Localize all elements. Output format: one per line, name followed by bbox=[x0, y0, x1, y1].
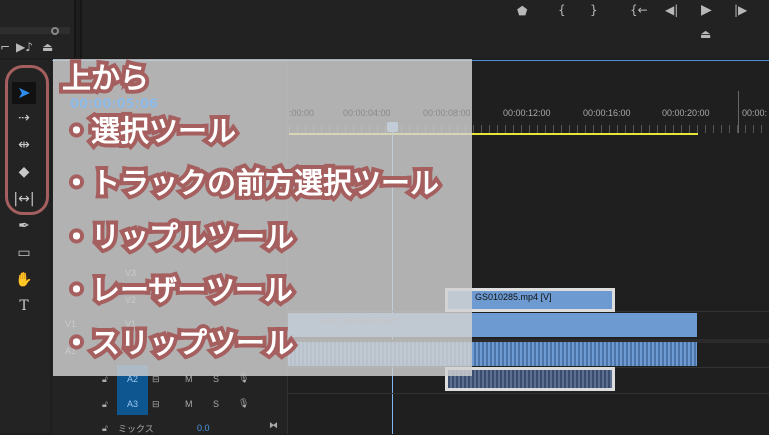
ruler-label: 00:00:12:00 bbox=[503, 108, 551, 118]
mix-value[interactable]: 0.0 bbox=[197, 423, 210, 433]
scroll-handle[interactable] bbox=[51, 27, 59, 35]
a3-solo-button[interactable]: S bbox=[213, 399, 219, 409]
source-scrollbar[interactable] bbox=[0, 27, 70, 34]
timecode[interactable]: 00:00:05:06 bbox=[70, 97, 158, 112]
hand-tool-icon[interactable]: ✋ bbox=[12, 269, 36, 291]
play-icon[interactable]: ▶ bbox=[701, 3, 712, 17]
ruler-label: 00:00:16:00 bbox=[583, 108, 631, 118]
annotation-item: ・レーザーツール bbox=[58, 272, 297, 309]
ruler-label: 00:00: bbox=[742, 108, 768, 118]
a3-lock-icon[interactable]: 🔓︎ bbox=[102, 399, 108, 410]
annotation-heading: 上から bbox=[58, 60, 153, 97]
mark-icon[interactable]: ⌐ bbox=[0, 41, 10, 53]
pen-tool-icon[interactable]: ✒ bbox=[12, 215, 36, 237]
export-frame-icon[interactable]: ⏏ bbox=[700, 28, 711, 40]
mark-out-icon[interactable]: } bbox=[590, 4, 598, 16]
highlight-outline bbox=[5, 65, 49, 215]
annotation-item: ・リップルツール bbox=[58, 219, 298, 256]
source-panel: ⌐ ▶♪ ⏏ bbox=[0, 0, 76, 58]
mix-label: ミックス bbox=[118, 424, 154, 434]
marker-icon[interactable]: ⬟ bbox=[517, 5, 527, 17]
ruler-label: 00:00:08:00 bbox=[423, 108, 471, 118]
ruler-end-mark bbox=[738, 91, 739, 133]
ruler-label: 00:00:04:00 bbox=[343, 108, 391, 118]
annotation-item: ・トラックの前方選択ツール bbox=[58, 165, 443, 202]
a3-mic-icon[interactable]: 🎙︎ bbox=[238, 398, 249, 409]
rectangle-tool-icon[interactable]: ▭ bbox=[12, 242, 36, 264]
annotation-item: ・選択ツール bbox=[58, 113, 240, 150]
annotation-item: ・スリップツール bbox=[58, 325, 298, 362]
export-icon[interactable]: ⏏ bbox=[42, 41, 53, 53]
a3-sync-icon[interactable]: ⊟ bbox=[152, 399, 160, 410]
toolbar: ➤ ⇢ ⇹ ◆ |↔| ✒ ▭ ✋ T bbox=[0, 60, 50, 433]
step-back-icon[interactable]: ◀| bbox=[665, 4, 678, 16]
clip-v2-label: GS010285.mp4 [V] bbox=[448, 291, 612, 309]
track-row-a3 bbox=[288, 393, 769, 394]
go-to-in-icon[interactable]: {← bbox=[630, 4, 648, 16]
clip-a2-waveform bbox=[448, 370, 612, 388]
ruler-label: :00:00 bbox=[289, 108, 315, 118]
mark-in-icon[interactable]: { bbox=[558, 4, 566, 16]
type-tool-icon[interactable]: T bbox=[12, 295, 36, 317]
insert-audio-icon[interactable]: ▶♪ bbox=[16, 41, 33, 53]
program-monitor: ⬟ { } {← ◀| ▶ |▶ ⏏ bbox=[82, 0, 769, 58]
step-forward-icon[interactable]: |▶ bbox=[734, 4, 747, 16]
mix-end-icon[interactable]: ⧓ bbox=[269, 420, 278, 431]
ruler-label: 00:00:20:00 bbox=[662, 108, 710, 118]
track-a3-label[interactable]: A3 bbox=[127, 399, 138, 409]
a3-mute-button[interactable]: M bbox=[185, 399, 193, 409]
mix-lock-icon: 🔓︎ bbox=[102, 423, 108, 433]
